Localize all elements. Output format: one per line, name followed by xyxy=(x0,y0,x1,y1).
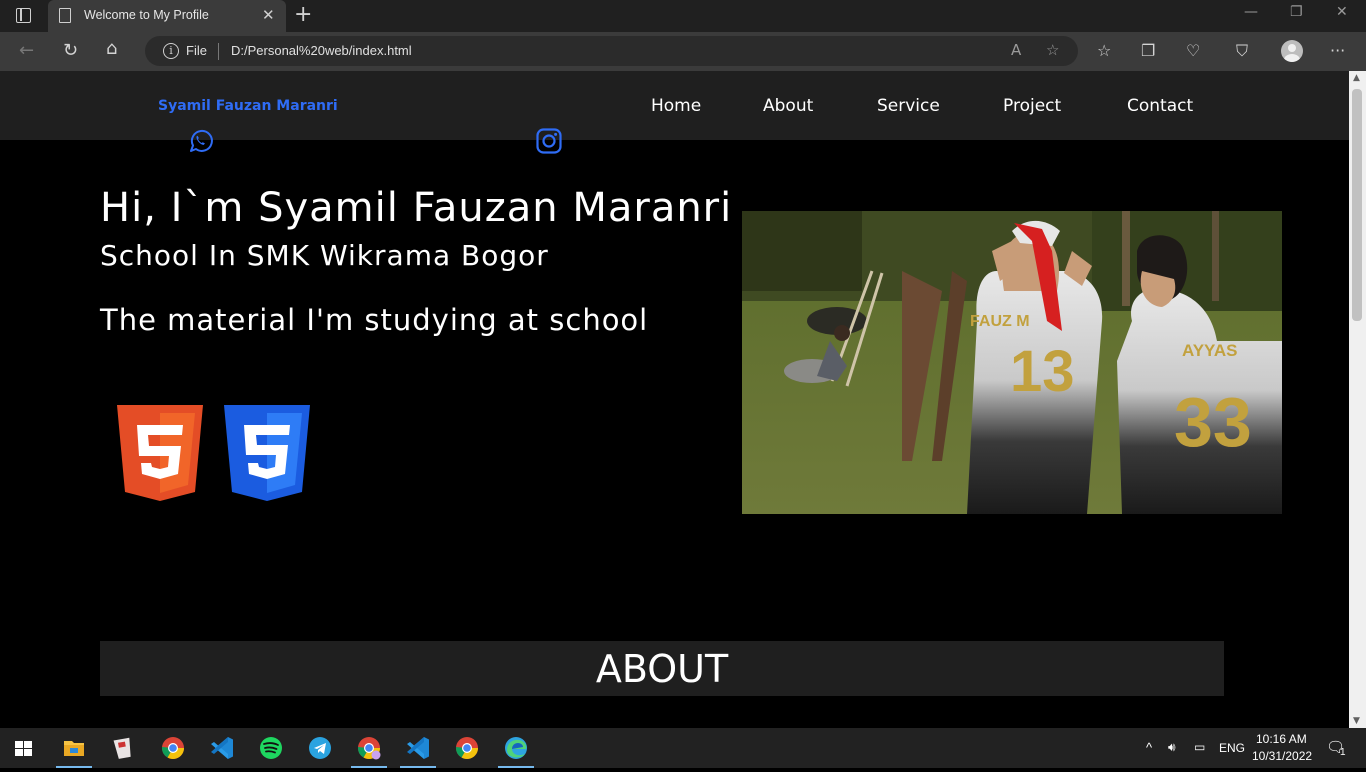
hero-subtitle: School In SMK Wikrama Bogor xyxy=(100,239,549,272)
page-viewport: Syamil Fauzan Maranri Home About Service… xyxy=(0,71,1349,728)
show-hidden-icons-icon[interactable]: ^ xyxy=(1146,740,1152,755)
collections-icon[interactable]: ❐ xyxy=(1141,41,1155,60)
hero-material-heading: The material I'm studying at school xyxy=(100,303,649,337)
url-text[interactable]: D:/Personal%20web/index.html xyxy=(231,43,412,58)
scroll-down-arrow-icon[interactable]: ▼ xyxy=(1353,716,1360,726)
windows-taskbar: ^ 🔊︎ ▭ ENG 10:16 AM 10/31/2022 🗨︎ 1 xyxy=(0,728,1366,768)
clock-time[interactable]: 10:16 AM xyxy=(1256,732,1307,746)
svg-text:13: 13 xyxy=(1010,339,1075,404)
browser-toolbar: ← ↻ ⌂ i File D:/Personal%20web/index.htm… xyxy=(0,32,1366,71)
svg-text:33: 33 xyxy=(1174,383,1252,461)
about-heading: ABOUT xyxy=(595,647,729,691)
css3-logo xyxy=(224,405,310,501)
tab-close-icon[interactable]: ✕ xyxy=(262,6,275,24)
windows-start-icon[interactable] xyxy=(15,741,32,756)
minimize-button[interactable]: — xyxy=(1244,4,1258,20)
address-bar[interactable]: i File D:/Personal%20web/index.html A ☆ xyxy=(145,36,1078,66)
profile-avatar[interactable] xyxy=(1281,40,1303,62)
browser-tab[interactable]: Welcome to My Profile ✕ xyxy=(48,0,286,32)
protocol-label: File xyxy=(186,43,207,58)
scroll-up-arrow-icon[interactable]: ▲ xyxy=(1353,73,1360,83)
about-section-header: ABOUT xyxy=(100,641,1224,696)
clock-date[interactable]: 10/31/2022 xyxy=(1252,749,1312,763)
divider xyxy=(218,43,219,60)
language-indicator[interactable]: ENG xyxy=(1219,741,1245,755)
add-favorite-icon[interactable]: ☆ xyxy=(1046,41,1059,59)
vscode-icon[interactable] xyxy=(200,728,244,768)
edge-icon[interactable] xyxy=(494,728,538,768)
home-icon[interactable]: ⌂ xyxy=(106,38,117,59)
svg-text:FAUZ M: FAUZ M xyxy=(970,313,1030,330)
nav-project[interactable]: Project xyxy=(1003,96,1061,116)
favorites-icon[interactable]: ☆ xyxy=(1097,41,1111,60)
tab-title: Welcome to My Profile xyxy=(84,8,209,22)
volume-icon[interactable]: 🔊︎ xyxy=(1168,740,1176,755)
battery-icon[interactable]: ▭ xyxy=(1194,740,1205,754)
site-brand[interactable]: Syamil Fauzan Maranri xyxy=(158,98,338,114)
read-aloud-icon[interactable]: A xyxy=(1011,41,1021,59)
tab-actions-icon[interactable] xyxy=(16,8,31,23)
chrome-profile-icon[interactable] xyxy=(347,728,391,768)
nav-service[interactable]: Service xyxy=(877,96,940,116)
nav-home[interactable]: Home xyxy=(651,96,701,116)
back-icon[interactable]: ← xyxy=(19,40,34,61)
instagram-icon[interactable] xyxy=(535,127,563,155)
whatsapp-icon[interactable] xyxy=(186,127,214,155)
browser-tab-bar: Welcome to My Profile ✕ + — ❐ ✕ xyxy=(0,0,1366,32)
notification-count: 1 xyxy=(1340,747,1346,758)
file-explorer-icon[interactable] xyxy=(52,728,96,768)
nav-contact[interactable]: Contact xyxy=(1127,96,1193,116)
telegram-icon[interactable] xyxy=(298,728,342,768)
performance-icon[interactable]: ♡ xyxy=(1186,41,1200,60)
app-2-icon[interactable] xyxy=(101,728,145,768)
vscode-2-icon[interactable] xyxy=(396,728,440,768)
html5-logo xyxy=(117,405,203,501)
spotify-icon[interactable] xyxy=(249,728,293,768)
profile-photo: 13 FAUZ M 33 AYYAS xyxy=(742,211,1282,514)
page-icon xyxy=(59,8,71,23)
svg-text:AYYAS: AYYAS xyxy=(1182,341,1237,360)
hero-title: Hi, I`m Syamil Fauzan Maranri xyxy=(100,185,733,231)
new-tab-button[interactable]: + xyxy=(294,2,312,27)
more-menu-icon[interactable]: ··· xyxy=(1330,41,1345,60)
shield-icon[interactable]: ⛉ xyxy=(1236,41,1248,61)
nav-about[interactable]: About xyxy=(763,96,813,116)
info-icon[interactable]: i xyxy=(163,43,179,59)
close-window-button[interactable]: ✕ xyxy=(1336,4,1348,20)
scrollbar-thumb[interactable] xyxy=(1352,89,1362,321)
page-scrollbar[interactable]: ▲ ▼ xyxy=(1349,71,1366,728)
restore-button[interactable]: ❐ xyxy=(1290,4,1303,20)
chrome-icon[interactable] xyxy=(151,728,195,768)
refresh-icon[interactable]: ↻ xyxy=(63,40,78,61)
chrome-2-icon[interactable] xyxy=(445,728,489,768)
